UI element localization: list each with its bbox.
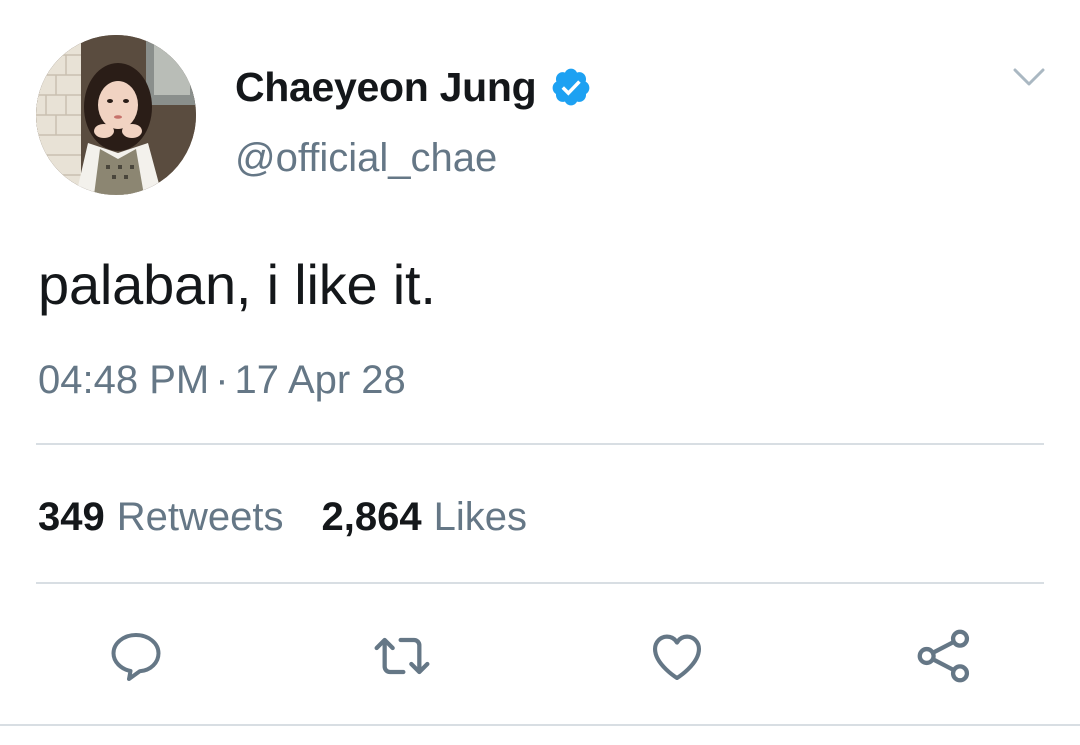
verified-badge-icon bbox=[553, 68, 590, 106]
divider-top bbox=[36, 443, 1044, 445]
heart-icon bbox=[652, 634, 702, 681]
tweet-timestamp[interactable]: 04:48 PM · 17 Apr 28 bbox=[38, 358, 406, 403]
divider-footer bbox=[0, 724, 1080, 726]
tweet-text: palaban, i like it. bbox=[38, 253, 436, 316]
tweet-date: 17 Apr 28 bbox=[234, 358, 406, 402]
reply-button[interactable] bbox=[104, 624, 168, 688]
display-name[interactable]: Chaeyeon Jung bbox=[235, 64, 537, 111]
share-button[interactable] bbox=[912, 624, 976, 688]
share-icon bbox=[917, 629, 970, 683]
like-button[interactable] bbox=[645, 624, 709, 688]
timestamp-separator: · bbox=[215, 358, 229, 402]
reply-icon bbox=[111, 633, 161, 681]
likes-count: 2,864 bbox=[321, 495, 422, 539]
retweet-icon bbox=[374, 637, 430, 675]
retweets-count: 349 bbox=[38, 495, 105, 539]
author-name-row[interactable]: Chaeyeon Jung bbox=[235, 62, 592, 112]
divider-bottom bbox=[36, 582, 1044, 584]
tweet-time: 04:48 PM bbox=[38, 358, 210, 402]
retweets-label: Retweets bbox=[116, 495, 284, 539]
tweet-detail: Chaeyeon Jung @official_chae palaban, i … bbox=[0, 0, 1080, 745]
chevron-down-icon[interactable] bbox=[1011, 62, 1047, 92]
retweets-stat[interactable]: 349 Retweets bbox=[38, 495, 284, 540]
author-handle[interactable]: @official_chae bbox=[235, 136, 497, 181]
profile-photo bbox=[36, 35, 196, 195]
tweet-stats: 349 Retweets 2,864 Likes bbox=[38, 495, 527, 540]
likes-stat[interactable]: 2,864 Likes bbox=[322, 495, 528, 540]
avatar[interactable] bbox=[36, 35, 196, 195]
likes-label: Likes bbox=[433, 495, 527, 539]
retweet-button[interactable] bbox=[370, 624, 434, 688]
